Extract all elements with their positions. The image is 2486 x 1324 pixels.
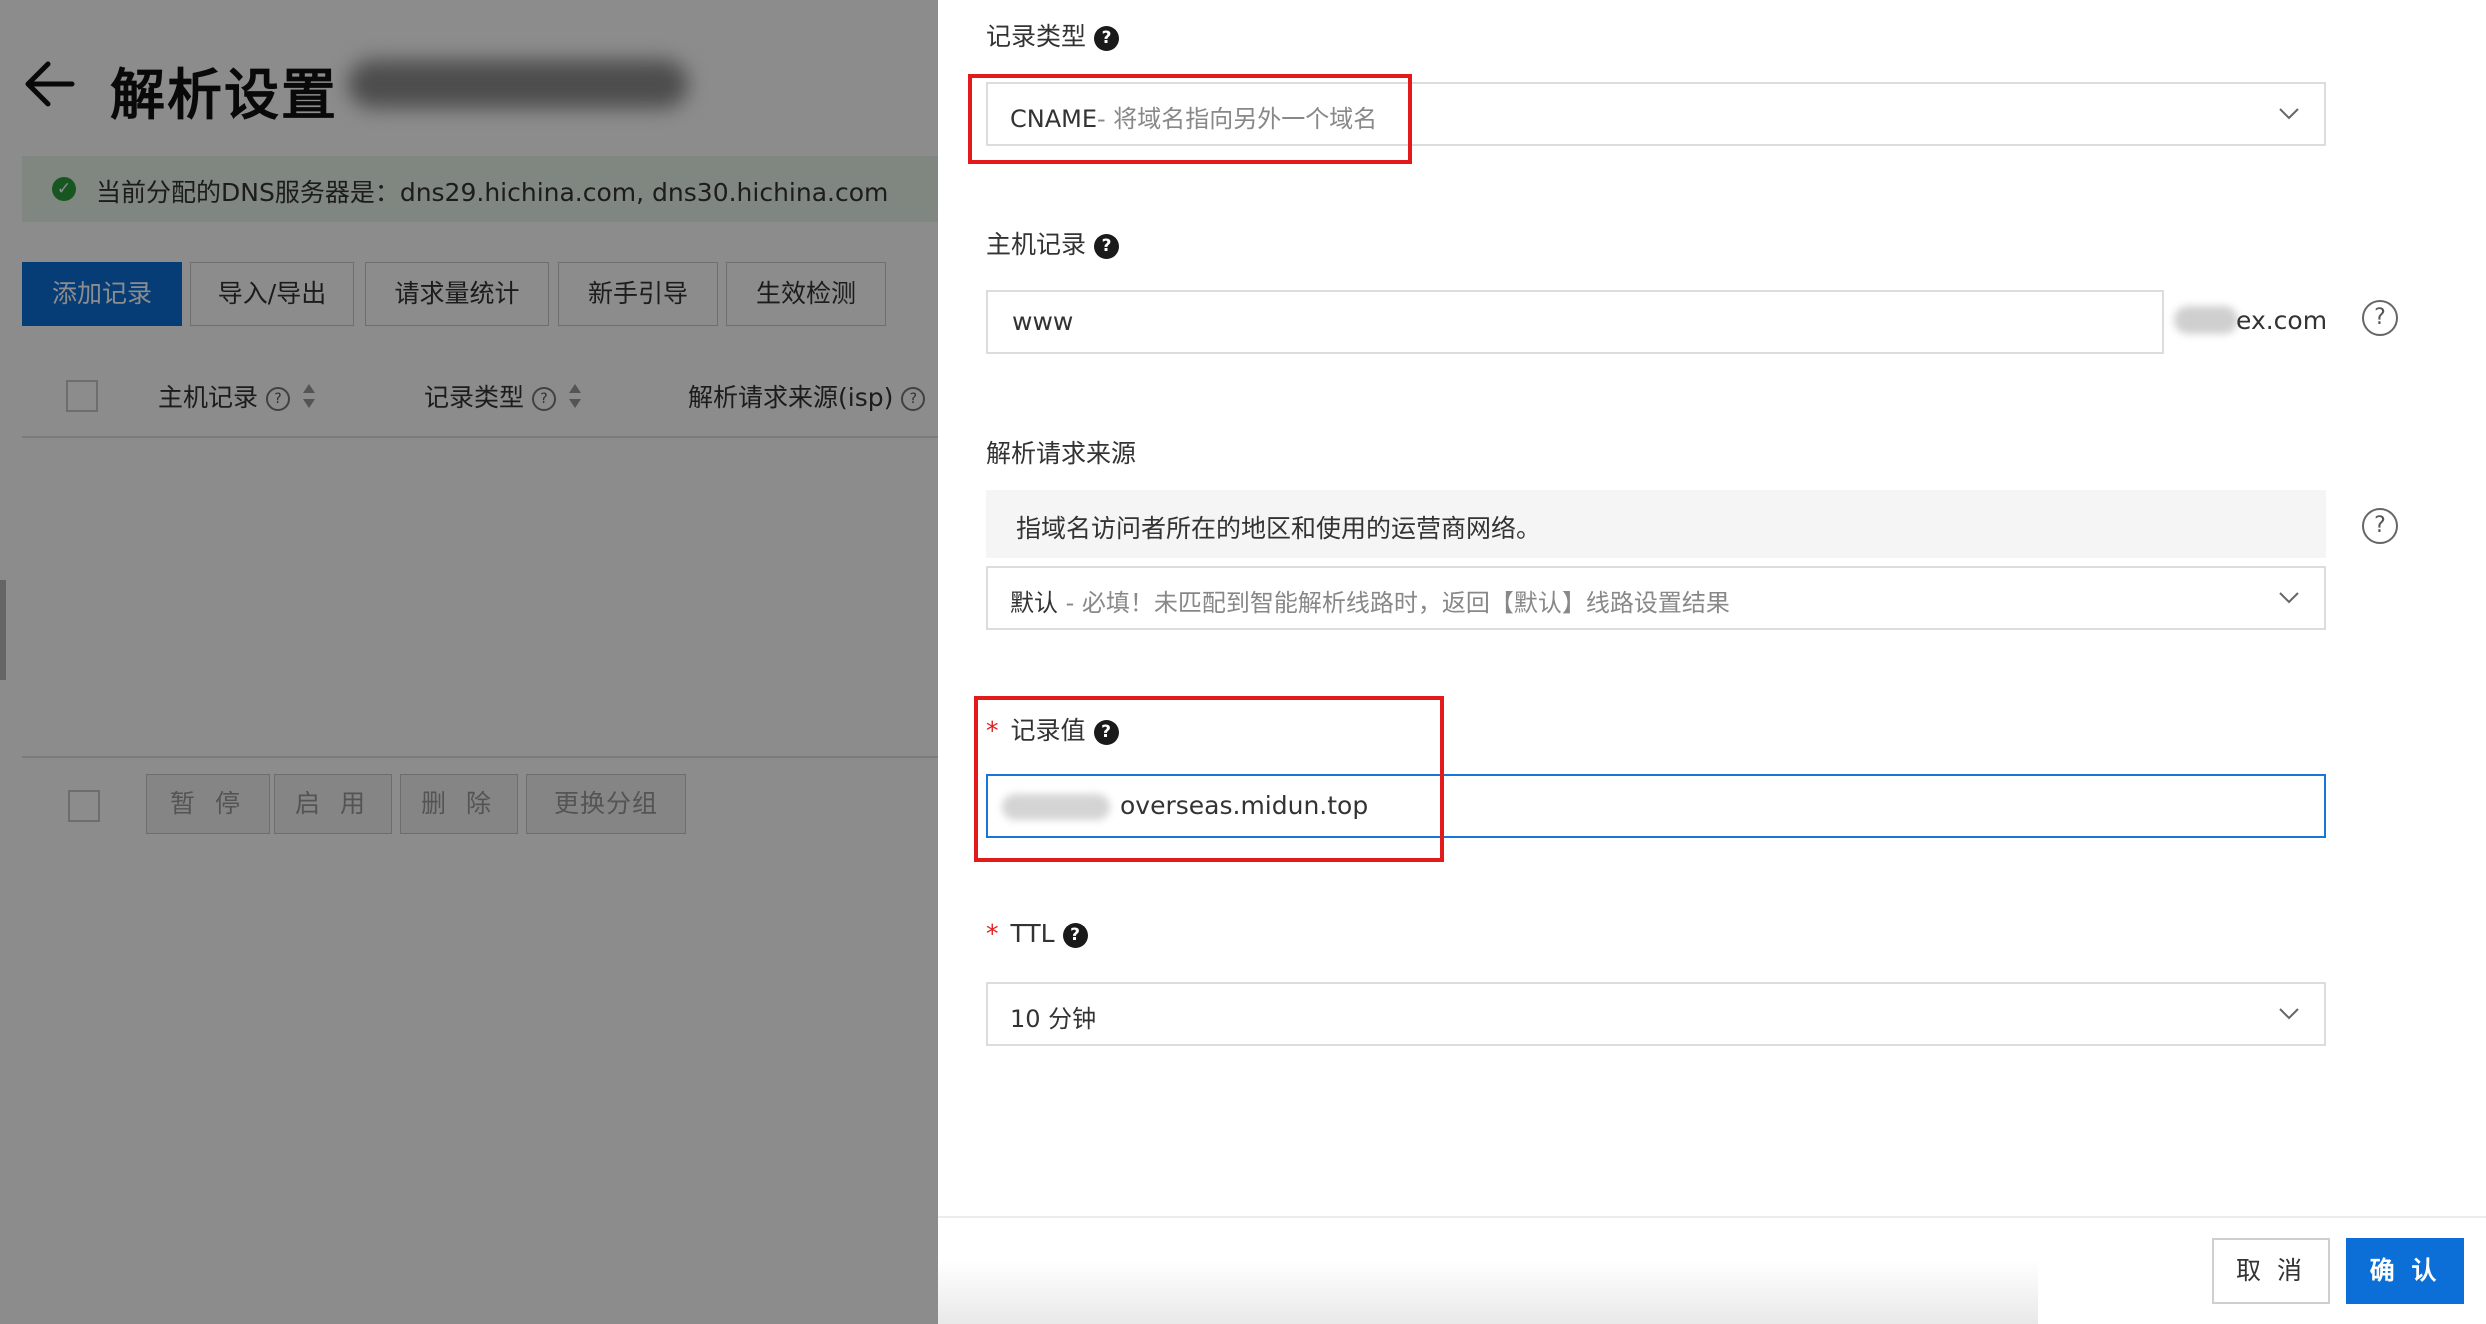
host-record-input[interactable]: www	[986, 290, 2164, 354]
request-source-label: 解析请求来源	[986, 439, 1137, 468]
question-icon[interactable]: ?	[1094, 25, 1120, 51]
question-icon[interactable]: ?	[1094, 233, 1120, 259]
chevron-down-icon	[2279, 1008, 2299, 1020]
cancel-button[interactable]: 取 消	[2212, 1238, 2330, 1304]
blurred-domain-suffix	[2174, 306, 2238, 334]
footer-shadow	[938, 1260, 2038, 1324]
request-source-hint: 指域名访问者所在的地区和使用的运营商网络。	[986, 490, 2326, 558]
ttl-select[interactable]: 10 分钟	[986, 982, 2326, 1046]
highlight-box-record-type	[968, 74, 1412, 164]
modal-overlay[interactable]	[0, 0, 940, 1324]
request-source-desc: - 必填！未匹配到智能解析线路时，返回【默认】线路设置结果	[1058, 589, 1730, 617]
question-circle-icon[interactable]: ?	[2362, 508, 2398, 544]
confirm-button[interactable]: 确 认	[2346, 1238, 2464, 1304]
edit-record-drawer: 记录类型? CNAME- 将域名指向另外一个域名 主机记录? www ex.co…	[938, 0, 2486, 1324]
record-type-label: 记录类型?	[986, 17, 1120, 53]
question-icon[interactable]: ?	[1062, 922, 1088, 948]
chevron-down-icon	[2279, 592, 2299, 604]
request-source-select[interactable]: 默认 - 必填！未匹配到智能解析线路时，返回【默认】线路设置结果	[986, 566, 2326, 630]
question-circle-icon[interactable]: ?	[2362, 300, 2398, 336]
host-record-label: 主机记录?	[986, 225, 1120, 261]
domain-suffix: ex.com	[2236, 306, 2328, 335]
highlight-box-record-value	[974, 696, 1444, 862]
request-source-value: 默认	[1010, 589, 1058, 617]
footer-divider	[938, 1216, 2486, 1218]
ttl-label: * TTL?	[986, 919, 1088, 948]
chevron-down-icon	[2279, 108, 2299, 120]
